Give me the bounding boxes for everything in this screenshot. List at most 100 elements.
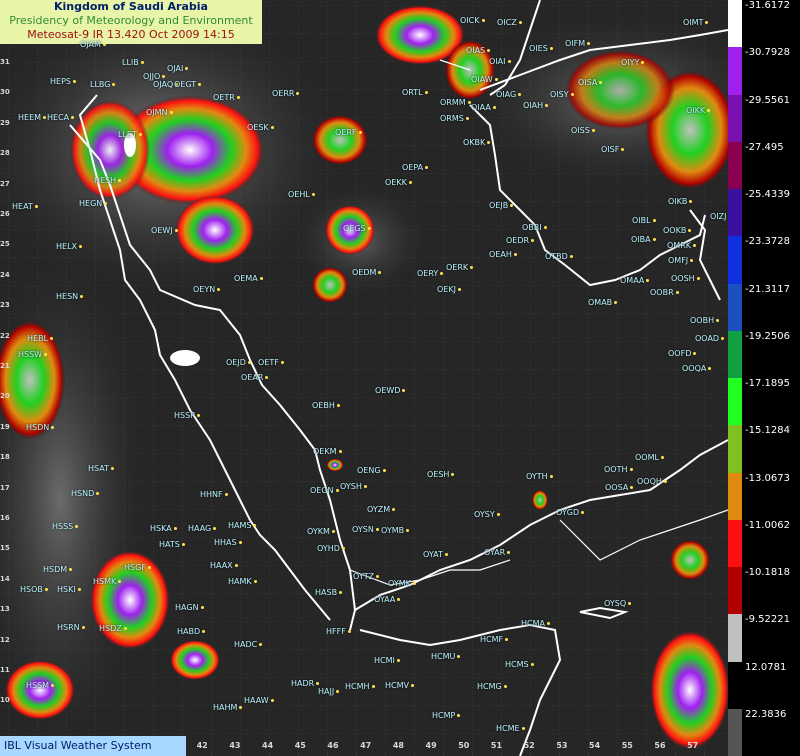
station-oifm[interactable]: OIFM [565, 39, 591, 48]
station-oibl[interactable]: OIBL [632, 216, 656, 225]
station-hcmi[interactable]: HCMI [374, 656, 400, 665]
station-oobh[interactable]: OOBH [690, 316, 720, 325]
station-ojam[interactable]: OJAM [80, 40, 106, 49]
station-ooml[interactable]: OOML [635, 453, 664, 462]
station-oykm[interactable]: OYKM [307, 527, 335, 536]
station-omrk[interactable]: OMRK [667, 241, 697, 250]
station-hsss[interactable]: HSSS [52, 522, 79, 531]
station-oiah[interactable]: OIAH [523, 101, 549, 110]
station-oiaa[interactable]: OIAA [471, 103, 496, 112]
station-oygd[interactable]: OYGD [556, 508, 585, 517]
satellite-map[interactable]: Kingdom of Saudi Arabia Presidency of Me… [0, 0, 728, 756]
station-ojmn[interactable]: OJMN [146, 108, 173, 117]
station-hski[interactable]: HSKI [57, 585, 81, 594]
station-oiai[interactable]: OIAI [489, 57, 511, 66]
station-oysy[interactable]: OYSY [474, 510, 500, 519]
station-oimt[interactable]: OIMT [683, 18, 709, 27]
station-orms[interactable]: ORMS [440, 114, 469, 123]
station-oear[interactable]: OEAR [241, 373, 269, 382]
station-hhnf[interactable]: HHNF [200, 490, 228, 499]
station-oewj[interactable]: OEWJ [151, 226, 178, 235]
station-oejd[interactable]: OEJD [226, 358, 251, 367]
station-oyth[interactable]: OYTH [526, 472, 553, 481]
station-oosh[interactable]: OOSH [671, 274, 700, 283]
station-oiag[interactable]: OIAG [496, 90, 522, 99]
station-ookb[interactable]: OOKB [663, 226, 692, 235]
station-oobr[interactable]: OOBR [650, 288, 679, 297]
station-hajj[interactable]: HAJJ [318, 687, 340, 696]
station-heca[interactable]: HECA [47, 113, 75, 122]
station-omaa[interactable]: OMAA [620, 276, 650, 285]
station-oehl[interactable]: OEHL [288, 190, 315, 199]
station-oejb[interactable]: OEJB [489, 201, 514, 210]
station-llib[interactable]: LLIB [122, 58, 144, 67]
station-habd[interactable]: HABD [177, 627, 206, 636]
station-oesk[interactable]: OESK [247, 123, 274, 132]
station-oesh[interactable]: OESH [427, 470, 455, 479]
station-oysn[interactable]: OYSN [352, 525, 379, 534]
station-oiaw[interactable]: OIAW [471, 75, 498, 84]
station-haax[interactable]: HAAX [210, 561, 238, 570]
station-oies[interactable]: OIES [529, 44, 553, 53]
station-oisa[interactable]: OISA [578, 78, 603, 87]
station-hcmh[interactable]: HCMH [345, 682, 375, 691]
station-heem[interactable]: HEEM [18, 113, 47, 122]
station-haaw[interactable]: HAAW [244, 696, 274, 705]
station-oegn[interactable]: OEGN [310, 486, 339, 495]
station-hsob[interactable]: HSOB [20, 585, 48, 594]
station-hssp[interactable]: HSSP [174, 411, 200, 420]
station-hadc[interactable]: HADC [234, 640, 263, 649]
station-oepa[interactable]: OEPA [402, 163, 429, 172]
station-oymk[interactable]: OYMK [388, 579, 416, 588]
station-hadr[interactable]: HADR [291, 679, 320, 688]
station-oysq[interactable]: OYSQ [604, 599, 632, 608]
station-ojai[interactable]: OJAI [167, 64, 189, 73]
station-hcmp[interactable]: HCMP [432, 711, 461, 720]
station-oeah[interactable]: OEAH [489, 250, 517, 259]
station-heat[interactable]: HEAT [12, 202, 38, 211]
station-hsdn[interactable]: HSDN [26, 423, 55, 432]
station-oizj[interactable]: OIZJ [710, 212, 728, 221]
station-oofd[interactable]: OOFD [668, 349, 697, 358]
station-oyaa[interactable]: OYAA [374, 595, 401, 604]
station-haag[interactable]: HAAG [188, 524, 217, 533]
station-oytz[interactable]: OYTZ [353, 572, 380, 581]
station-oiyy[interactable]: OIYY [621, 58, 645, 67]
station-oyzm[interactable]: OYZM [367, 505, 396, 514]
station-oikk[interactable]: OIKK [686, 106, 711, 115]
station-oedm[interactable]: OEDM [352, 268, 382, 277]
station-llet[interactable]: LLET [118, 130, 142, 139]
station-hegn[interactable]: HEGN [79, 199, 108, 208]
station-ooqa[interactable]: OOQA [682, 364, 712, 373]
station-hcmv[interactable]: HCMV [385, 681, 414, 690]
station-omab[interactable]: OMAB [588, 298, 618, 307]
station-hcmu[interactable]: HCMU [431, 652, 461, 661]
station-oias[interactable]: OIAS [466, 46, 491, 55]
station-oetr[interactable]: OETR [213, 93, 240, 102]
station-obbi[interactable]: OBBI [522, 223, 547, 232]
station-oebh[interactable]: OEBH [312, 401, 340, 410]
station-oyar[interactable]: OYAR [484, 548, 511, 557]
station-hsdz[interactable]: HSDZ [99, 624, 127, 633]
station-omfj[interactable]: OMFJ [668, 256, 694, 265]
station-hebl[interactable]: HEBL [27, 334, 54, 343]
station-hssw[interactable]: HSSW [18, 350, 48, 359]
station-oerk[interactable]: OERK [446, 263, 474, 272]
station-hats[interactable]: HATS [159, 540, 185, 549]
station-oerf[interactable]: OERF [335, 128, 362, 137]
station-oymb[interactable]: OYMB [381, 526, 410, 535]
station-oisy[interactable]: OISY [550, 90, 574, 99]
station-hhas[interactable]: HHAS [214, 538, 242, 547]
station-oicz[interactable]: OICZ [497, 18, 522, 27]
station-hams[interactable]: HAMS [228, 521, 257, 530]
station-hcmf[interactable]: HCMF [480, 635, 509, 644]
station-hsnd[interactable]: HSND [71, 489, 100, 498]
station-oiss[interactable]: OISS [571, 126, 595, 135]
station-oegt[interactable]: OEGT [174, 80, 202, 89]
station-oisf[interactable]: OISF [601, 145, 625, 154]
station-hamk[interactable]: HAMK [228, 577, 257, 586]
station-hsmk[interactable]: HSMK [93, 577, 122, 586]
station-oekm[interactable]: OEKM [313, 447, 342, 456]
station-hcmg[interactable]: HCMG [477, 682, 507, 691]
station-hfff[interactable]: HFFF [326, 627, 351, 636]
